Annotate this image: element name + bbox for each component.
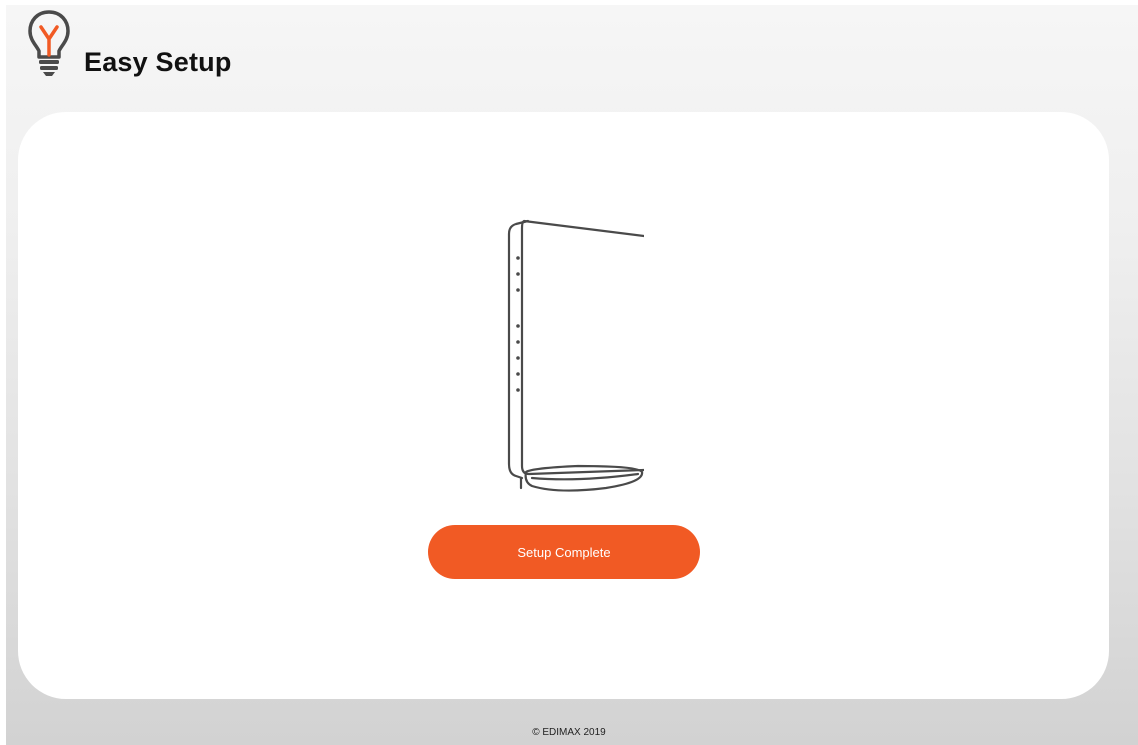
lightbulb-icon [27, 9, 71, 77]
header: Easy Setup [0, 0, 1138, 100]
footer-copyright: © EDIMAX 2019 [532, 727, 606, 738]
router-icon [488, 216, 652, 492]
setup-complete-button[interactable]: Setup Complete [428, 525, 700, 579]
page-title: Easy Setup [84, 47, 232, 77]
main-card: Setup Complete [18, 112, 1109, 699]
